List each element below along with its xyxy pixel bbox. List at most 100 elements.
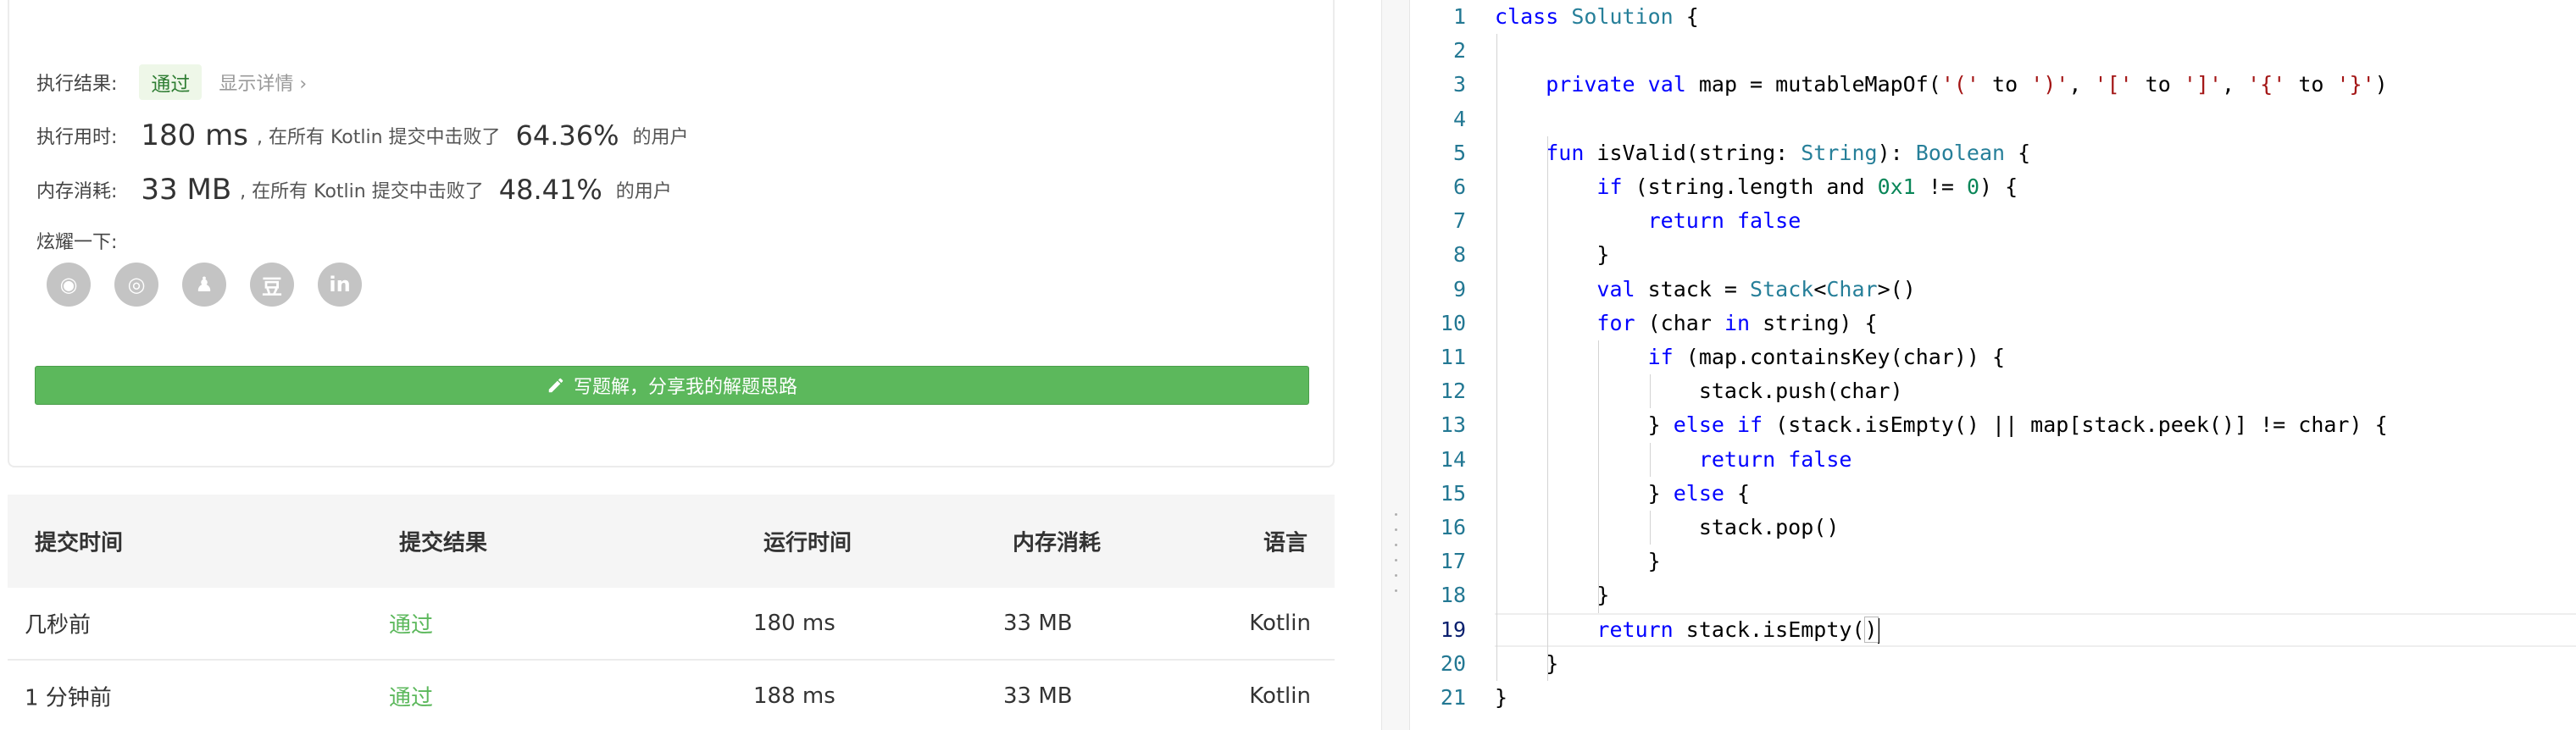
code-token: isValid(string:	[1584, 140, 1802, 165]
code-token: else	[1673, 412, 1724, 438]
line-number: 15	[1440, 480, 1466, 506]
line-number: 4	[1452, 106, 1466, 131]
grip-dot	[1395, 589, 1397, 592]
code-area[interactable]: class Solution { private val map = mutab…	[1495, 0, 2576, 730]
wechat-icon[interactable]: ◉	[47, 263, 91, 307]
line-number: 13	[1440, 412, 1466, 438]
code-line[interactable]: val stack = Stack<Char>()	[1495, 273, 1915, 307]
code-token: (string.length and	[1622, 174, 1878, 199]
code-token: map = mutableMapOf(	[1685, 72, 1941, 97]
memory-row: 内存消耗: 33 MB , 在所有 Kotlin 提交中击败了 48.41% 的…	[36, 173, 672, 207]
cell-memory: 33 MB	[1003, 611, 1073, 636]
cell-submit-time: 1 分钟前	[25, 685, 112, 711]
line-number: 6	[1452, 174, 1466, 199]
code-line[interactable]: if (map.containsKey(char)) {	[1495, 340, 2005, 374]
code-line[interactable]: stack.pop()	[1495, 511, 1840, 545]
code-line[interactable]: if (string.length and 0x1 != 0) {	[1495, 170, 2018, 204]
code-line[interactable]: fun isValid(string: String): Boolean {	[1495, 136, 2030, 170]
code-token: ):	[1877, 140, 1916, 165]
memory-percent: 48.41%	[498, 174, 602, 206]
code-line[interactable]: }	[1495, 545, 1661, 578]
pencil-icon	[548, 378, 564, 393]
code-line[interactable]: return false	[1495, 443, 1852, 477]
cell-submit-result[interactable]: 通过	[389, 608, 433, 639]
code-line[interactable]: stack.push(char)	[1495, 374, 1903, 408]
code-token: else	[1673, 480, 1724, 506]
code-line[interactable]: } else {	[1495, 477, 1750, 511]
grip-dot	[1395, 513, 1397, 516]
line-number: 5	[1452, 140, 1466, 165]
code-token: string) {	[1750, 310, 1878, 335]
write-solution-label: 写题解，分享我的解题思路	[573, 377, 797, 398]
line-number: 12	[1440, 379, 1466, 404]
code-token: String	[1801, 140, 1878, 165]
share-label: 炫耀一下:	[36, 232, 118, 253]
code-token: if	[1737, 412, 1763, 438]
table-row[interactable]: 1 分钟前 通过 188 ms 33 MB Kotlin	[8, 661, 1335, 730]
code-line[interactable]: return false	[1495, 204, 1802, 238]
indent-guide	[1649, 511, 1651, 545]
indent-guide	[1598, 340, 1600, 613]
douban-icon[interactable]: 豆	[250, 263, 294, 307]
line-number: 1	[1452, 4, 1466, 29]
code-token: }	[1495, 480, 1674, 506]
memory-text: , 在所有 Kotlin 提交中击败了	[240, 181, 484, 202]
table-row[interactable]: 几秒前 通过 180 ms 33 MB Kotlin	[8, 588, 1335, 661]
show-details-link[interactable]: 显示详情 ›	[219, 69, 307, 96]
code-token: stack.isEmpty(	[1673, 617, 1865, 642]
code-line[interactable]: }	[1495, 238, 1609, 272]
code-line[interactable]: for (char in string) {	[1495, 307, 1878, 340]
code-token: val	[1596, 276, 1635, 301]
runtime-percent: 64.36%	[515, 119, 619, 152]
code-line[interactable]: } else if (stack.isEmpty() || map[stack.…	[1495, 408, 2388, 442]
line-number: 14	[1440, 446, 1466, 472]
code-line[interactable]: }	[1495, 578, 1609, 612]
runtime-label: 执行用时:	[36, 127, 118, 148]
linkedin-icon[interactable]: in	[318, 263, 362, 307]
cell-language: Kotlin	[1249, 611, 1311, 636]
line-number: 17	[1440, 549, 1466, 574]
code-line[interactable]: }	[1495, 681, 1507, 715]
line-number: 19	[1440, 617, 1466, 642]
code-line[interactable]: }	[1495, 647, 1558, 681]
cell-runtime: 180 ms	[753, 611, 836, 636]
code-token: ')'	[2030, 72, 2069, 97]
runtime-text: , 在所有 Kotlin 提交中击败了	[256, 127, 501, 148]
code-token: (map.containsKey(char)) {	[1673, 345, 2006, 369]
code-token: <	[1813, 276, 1827, 301]
qq-icon[interactable]: ♟	[182, 263, 226, 307]
code-token: to	[2132, 72, 2184, 97]
status-badge: 通过	[139, 64, 203, 100]
code-editor[interactable]: 1 2 3 4 5 6 7 8 9 10 11 12 13 14 15 16 17 18 19 20 21 class …	[1410, 0, 2576, 730]
code-token: if	[1647, 345, 1674, 369]
code-line[interactable]: class Solution {	[1495, 0, 1699, 34]
code-token: '}'	[2336, 72, 2375, 97]
cell-memory: 33 MB	[1003, 683, 1073, 709]
code-token: to	[2285, 72, 2337, 97]
cell-runtime: 188 ms	[753, 683, 836, 709]
line-number: 9	[1452, 276, 1466, 301]
pane-splitter-handle[interactable]	[1381, 0, 1410, 730]
header-submit-result: 提交结果	[399, 530, 488, 556]
grip-dot	[1395, 559, 1397, 561]
weibo-icon[interactable]: ◎	[114, 263, 158, 307]
runtime-suffix: 的用户	[632, 127, 689, 148]
code-token: Char	[1826, 276, 1878, 301]
write-solution-button[interactable]: 写题解，分享我的解题思路	[35, 366, 1309, 405]
code-line[interactable]: private val map = mutableMapOf('(' to ')…	[1495, 68, 2387, 102]
code-token: {	[1673, 4, 1699, 29]
code-token: ,	[2068, 72, 2095, 97]
line-number: 2	[1452, 38, 1466, 64]
code-token: false	[1737, 208, 1802, 234]
code-token: }	[1495, 549, 1661, 574]
cell-submit-result[interactable]: 通过	[389, 681, 433, 712]
code-token: (char	[1635, 310, 1724, 335]
header-runtime: 运行时间	[763, 530, 852, 556]
code-line[interactable]: return stack.isEmpty()	[1495, 613, 1879, 647]
